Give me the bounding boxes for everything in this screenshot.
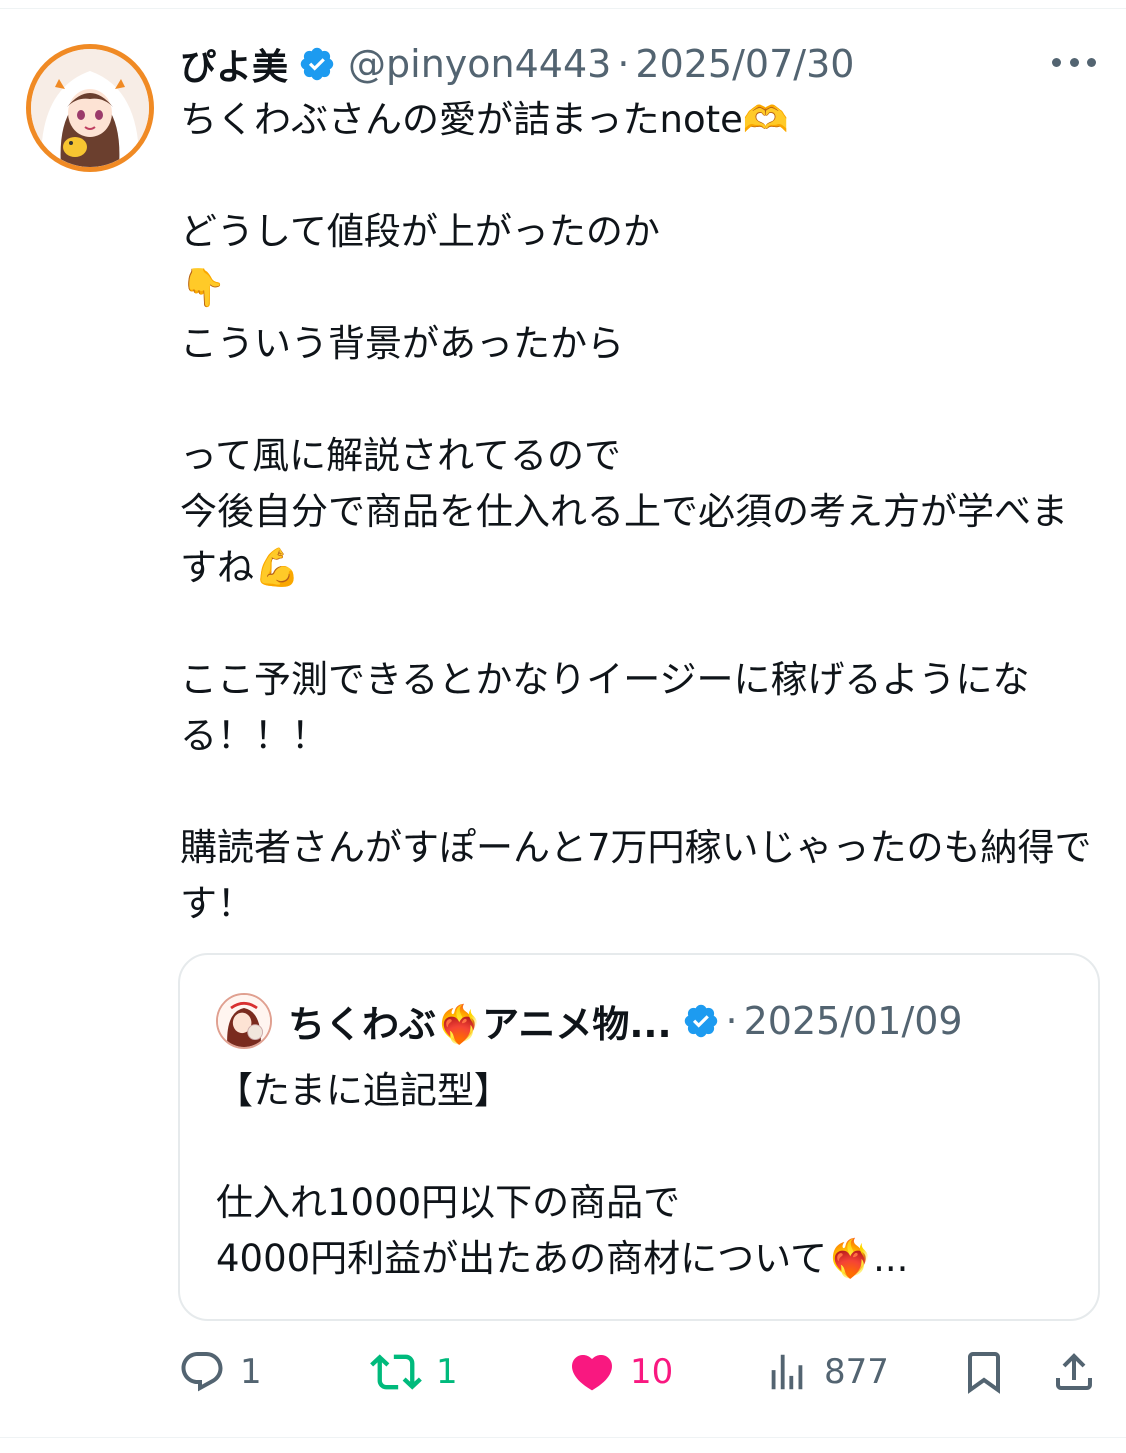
quoted-post-date: 2025/01/09 bbox=[743, 999, 963, 1043]
retweet-button[interactable]: 1 bbox=[370, 1340, 458, 1404]
more-dot bbox=[1069, 57, 1079, 67]
like-count: 10 bbox=[630, 1352, 674, 1392]
like-button[interactable]: 10 bbox=[568, 1340, 673, 1404]
more-dot bbox=[1052, 57, 1061, 67]
quoted-post-card[interactable]: ちくわぶ❤️‍🔥アニメ物... · 2025/01/09 【たまに追記型】 仕入… bbox=[178, 953, 1100, 1321]
avatar-illustration bbox=[31, 49, 149, 167]
views-count: 877 bbox=[824, 1352, 889, 1392]
action-bar: 1 1 10 877 bbox=[0, 1340, 1126, 1404]
heart-filled-icon bbox=[568, 1348, 616, 1396]
post-body-text: ちくわぶさんの愛が詰まったnote🫶 どうして値段が上がったのか 👇 こういう背… bbox=[180, 98, 1092, 925]
top-divider bbox=[0, 8, 1126, 9]
bookmark-button[interactable] bbox=[960, 1340, 1008, 1404]
reply-count: 1 bbox=[240, 1352, 262, 1392]
author-handle[interactable]: @pinyon4443 bbox=[348, 42, 611, 86]
bookmark-icon bbox=[960, 1348, 1008, 1396]
more-dot bbox=[1087, 57, 1096, 67]
quoted-post-header: ちくわぶ❤️‍🔥アニメ物... · 2025/01/09 bbox=[216, 993, 963, 1049]
bottom-divider bbox=[0, 1437, 1126, 1438]
author-display-name[interactable]: ぴよ美 bbox=[180, 38, 288, 90]
quoted-author-display-name: ちくわぶ❤️‍🔥アニメ物... bbox=[288, 1003, 672, 1046]
share-button[interactable] bbox=[1050, 1340, 1098, 1404]
verified-badge-icon bbox=[682, 1002, 720, 1040]
quoted-avatar-illustration bbox=[218, 995, 270, 1047]
separator-dot: · bbox=[617, 42, 630, 86]
views-button[interactable]: 877 bbox=[764, 1340, 889, 1404]
reply-icon bbox=[178, 1348, 226, 1396]
retweet-icon bbox=[370, 1346, 422, 1398]
author-avatar[interactable] bbox=[26, 44, 154, 172]
share-upload-icon bbox=[1050, 1348, 1098, 1396]
retweet-count: 1 bbox=[436, 1352, 458, 1392]
more-horizontal-icon[interactable] bbox=[1052, 50, 1096, 74]
separator-dot: · bbox=[725, 999, 738, 1043]
quoted-author-avatar bbox=[216, 993, 272, 1049]
post-header: ぴよ美 @pinyon4443 · 2025/07/30 bbox=[180, 38, 854, 90]
post-date[interactable]: 2025/07/30 bbox=[635, 42, 854, 86]
views-chart-icon bbox=[764, 1349, 810, 1395]
quoted-post-text: 【たまに追記型】 仕入れ1000円以下の商品で 4000円利益が出たあの商材につ… bbox=[216, 1069, 909, 1280]
verified-badge-icon bbox=[298, 45, 336, 83]
reply-button[interactable]: 1 bbox=[178, 1340, 262, 1404]
